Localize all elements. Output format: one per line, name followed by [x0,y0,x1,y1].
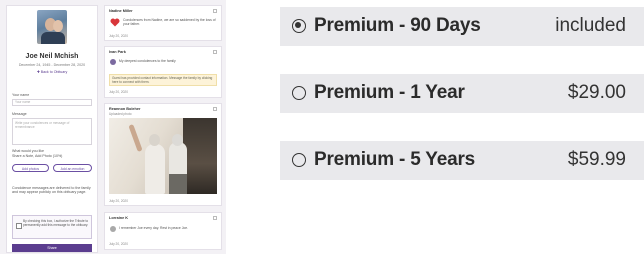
post-menu-icon[interactable] [213,107,217,111]
plan-label: Premium - 90 Days [314,15,481,36]
add-photos-button[interactable]: Add photos [12,164,49,172]
plan-option-1-year[interactable]: Premium - 1 Year $29.00 [280,74,644,113]
share-button[interactable]: Share [12,244,92,252]
post-date: July 20, 2020 [109,90,128,94]
plan-price: $29.00 [567,82,626,103]
feed-post: Ivan Park My deepest condolences to the … [104,46,222,98]
feed-post: Lorraine K I remember Joe every day. Res… [104,212,222,250]
memorial-sidebar: Joe Neil Mchish December 24, 1945 - Dece… [6,5,98,253]
feed-post-photo: Reannon Boleher Uploaded photo July 20, … [104,103,222,206]
life-dates: December 24, 1945 - December 28, 2020 [18,63,86,67]
portrait-photo [37,10,67,44]
message-textarea[interactable]: Write your condolences or message of rem… [12,118,92,145]
contact-note: Guest has provided contact information. … [109,74,217,86]
name-input[interactable]: Your name [12,99,92,106]
radio-button[interactable] [292,153,306,167]
plan-label: Premium - 1 Year [314,82,465,103]
post-author: Ivan Park [109,50,126,54]
dancing-couple-photo[interactable] [109,118,217,194]
post-subheader: Uploaded photo [109,112,132,116]
back-to-obituary-link[interactable]: ✚ Back to Obituary [7,70,97,74]
plan-option-90-days[interactable]: Premium - 90 Days included [280,7,644,46]
consent-checkbox[interactable] [16,223,22,229]
feed-post: Nadine Miller Condolences from Nadine, w… [104,5,222,41]
post-text: I remember Joe every day. Rest in peace … [119,226,189,230]
post-menu-icon[interactable] [213,50,217,54]
plan-option-5-years[interactable]: Premium - 5 Years $59.99 [280,141,644,180]
avatar-icon [110,59,116,65]
post-text: My deepest condolences to the family [119,59,176,63]
message-label: Message [12,112,27,116]
radio-button-selected[interactable] [292,19,306,33]
deceased-name: Joe Neil Mchish [25,53,79,60]
consent-text: By checking this box, I authorize the Tr… [23,219,89,228]
delivery-note: Condolence messages are delivered to the… [12,186,91,195]
heart-icon [110,18,120,27]
post-author: Nadine Miller [109,9,133,13]
plan-price: $59.99 [567,149,626,170]
post-author: Lorraine K [109,216,128,220]
post-author: Reannon Boleher [109,107,141,111]
name-label: Your name [12,93,30,97]
consent-checkbox-box: By checking this box, I authorize the Tr… [12,215,92,239]
plan-label: Premium - 5 Years [314,149,476,170]
plan-price: included [555,15,626,36]
prompt-line-1: What would you like [12,149,44,153]
radio-button[interactable] [292,86,306,100]
prompt-line-2: Share a Note, Add Photo (10%) [12,154,63,158]
post-date: July 20, 2020 [109,199,128,203]
post-menu-icon[interactable] [213,9,217,13]
post-menu-icon[interactable] [213,216,217,220]
add-emotion-button[interactable]: Add an emotion [53,164,92,172]
post-text: Condolences from Nadine, we are so sadde… [123,18,216,27]
memorial-page-preview: Joe Neil Mchish December 24, 1945 - Dece… [0,0,226,254]
post-date: July 20, 2020 [109,242,128,246]
avatar-icon [110,226,116,232]
post-date: July 20, 2020 [109,34,128,38]
